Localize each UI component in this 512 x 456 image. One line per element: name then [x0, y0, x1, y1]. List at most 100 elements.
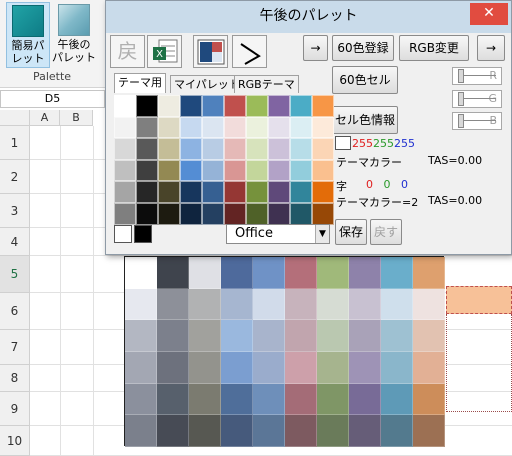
palette-swatch[interactable]	[224, 138, 246, 160]
sheet-swatch-cell[interactable]	[285, 352, 317, 384]
palette-swatch[interactable]	[158, 95, 180, 117]
name-box[interactable]: D5	[0, 90, 105, 108]
palette-swatch[interactable]	[158, 138, 180, 160]
palette-swatch[interactable]	[202, 138, 224, 160]
sheet-swatch-cell[interactable]	[189, 288, 221, 321]
sheet-swatch-cell[interactable]	[189, 257, 221, 289]
palette-swatch[interactable]	[246, 138, 268, 160]
select-all-corner[interactable]	[0, 110, 30, 126]
palette-swatch[interactable]	[202, 116, 224, 139]
sheet-swatch-cell[interactable]	[253, 352, 285, 384]
sheet-swatch-cell[interactable]	[253, 320, 285, 353]
sheet-swatch-cell[interactable]	[189, 383, 221, 416]
sheet-swatch-cell[interactable]	[285, 257, 317, 289]
palette-swatch[interactable]	[114, 95, 136, 117]
palette-swatch[interactable]	[114, 202, 136, 225]
palette-swatch[interactable]	[136, 95, 158, 117]
palette-swatch[interactable]	[136, 159, 158, 182]
palette-swatch[interactable]	[268, 95, 290, 117]
sheet-swatch-cell[interactable]	[285, 415, 317, 448]
sheet-swatch-cell[interactable]	[285, 383, 317, 416]
palette-swatch[interactable]	[290, 202, 312, 225]
undo-button[interactable]: 戻す	[370, 219, 402, 245]
save-button[interactable]: 保存	[335, 219, 367, 245]
sheet-swatch-cell[interactable]	[381, 257, 413, 289]
row-header-3[interactable]: 3	[0, 194, 30, 228]
sheet-swatch-cell[interactable]	[189, 320, 221, 353]
selected-cell-range[interactable]	[446, 286, 512, 314]
palette-swatch[interactable]	[224, 159, 246, 182]
g-slider[interactable]	[458, 90, 498, 108]
sheet-swatch-cell[interactable]	[157, 383, 189, 416]
palette-swatch[interactable]	[290, 116, 312, 139]
sheet-swatch-cell[interactable]	[157, 257, 189, 289]
row-header-7[interactable]: 7	[0, 330, 30, 365]
palette-swatch[interactable]	[180, 159, 202, 182]
palette-swatch[interactable]	[246, 202, 268, 225]
sheet-swatch-cell[interactable]	[189, 415, 221, 448]
sheet-swatch-cell[interactable]	[413, 352, 445, 384]
row-header-9[interactable]: 9	[0, 392, 30, 426]
row-header-2[interactable]: 2	[0, 160, 30, 194]
palette-swatch[interactable]	[312, 116, 334, 139]
sheet-swatch-cell[interactable]	[317, 257, 349, 289]
palette-swatch[interactable]	[114, 138, 136, 160]
sheet-swatch-cell[interactable]	[317, 288, 349, 321]
palette-swatch[interactable]	[180, 202, 202, 225]
sheet-swatch-cell[interactable]	[349, 383, 381, 416]
row-header-10[interactable]: 10	[0, 426, 30, 456]
palette-swatch[interactable]	[312, 181, 334, 203]
simple-palette-button[interactable]: 簡易パ レット	[6, 2, 50, 68]
palette-swatch[interactable]	[202, 95, 224, 117]
sheet-swatch-cell[interactable]	[381, 352, 413, 384]
palette-swatch[interactable]	[268, 116, 290, 139]
theme-palette[interactable]	[114, 95, 334, 225]
sheet-swatch-cell[interactable]	[125, 383, 157, 416]
palette-swatch[interactable]	[158, 159, 180, 182]
sheet-swatch-cell[interactable]	[157, 352, 189, 384]
row-header-5[interactable]: 5	[0, 256, 30, 293]
sheet-swatch-cell[interactable]	[125, 352, 157, 384]
row-header-8[interactable]: 8	[0, 365, 30, 392]
sheet-swatch-cell[interactable]	[221, 288, 253, 321]
arrow-left-button[interactable]: →	[303, 35, 328, 61]
sheet-swatch-cell[interactable]	[125, 257, 157, 289]
column-header-b[interactable]: B	[60, 110, 93, 126]
sheet-swatch-cell[interactable]	[157, 288, 189, 321]
sheet-swatch-cell[interactable]	[317, 383, 349, 416]
sheet-swatch-cell[interactable]	[221, 415, 253, 448]
sheet-swatch-cell[interactable]	[253, 415, 285, 448]
sheet-swatch-cell[interactable]	[349, 288, 381, 321]
column-header-a[interactable]: A	[30, 110, 60, 126]
palette-swatch[interactable]	[268, 138, 290, 160]
palette-swatch[interactable]	[246, 181, 268, 203]
palette-swatch[interactable]	[290, 159, 312, 182]
sheet-swatch-cell[interactable]	[253, 383, 285, 416]
sheet-swatch-cell[interactable]	[381, 320, 413, 353]
palette-swatch[interactable]	[158, 116, 180, 139]
palette-swatch[interactable]	[180, 181, 202, 203]
palette-swatch[interactable]	[312, 202, 334, 225]
sheet-swatch-cell[interactable]	[413, 288, 445, 321]
sheet-swatch-cell[interactable]	[221, 320, 253, 353]
sheet-swatch-cell[interactable]	[125, 415, 157, 448]
sheet-swatch-cell[interactable]	[317, 415, 349, 448]
palette-swatch[interactable]	[202, 202, 224, 225]
palette-swatch[interactable]	[224, 202, 246, 225]
cell-60-button[interactable]: 60色セル	[332, 66, 398, 94]
sheet-tool-button[interactable]: X	[147, 35, 182, 68]
palette-swatch[interactable]	[180, 95, 202, 117]
palette-swatch[interactable]	[312, 95, 334, 117]
sheet-palette-grid[interactable]	[124, 256, 445, 448]
close-button[interactable]: ✕	[470, 3, 508, 25]
sheet-swatch-cell[interactable]	[381, 383, 413, 416]
palette-swatch[interactable]	[158, 202, 180, 225]
sheet-swatch-cell[interactable]	[125, 320, 157, 353]
palette-swatch[interactable]	[114, 159, 136, 182]
row-header-4[interactable]: 4	[0, 228, 30, 256]
sheet-swatch-cell[interactable]	[349, 352, 381, 384]
palette-swatch[interactable]	[246, 159, 268, 182]
sheet-swatch-cell[interactable]	[285, 288, 317, 321]
cell-info-button[interactable]: セル色情報	[332, 106, 398, 134]
palette-swatch[interactable]	[202, 181, 224, 203]
